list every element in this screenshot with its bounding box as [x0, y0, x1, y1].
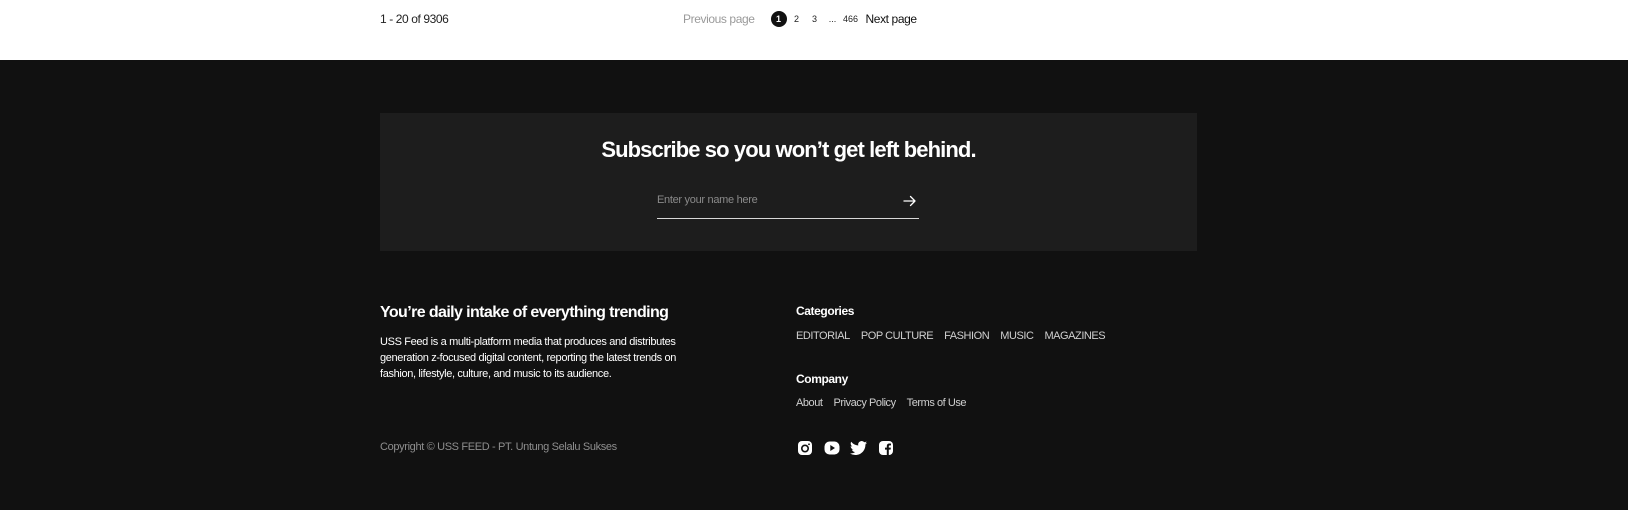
company-link-about[interactable]: About: [796, 397, 823, 409]
next-page-link[interactable]: Next page: [866, 12, 918, 26]
facebook-link[interactable]: [877, 439, 895, 457]
subscribe-title: Subscribe so you won’t get left behind.: [601, 137, 976, 162]
category-link-magazines[interactable]: MAGAZINES: [1044, 330, 1105, 342]
last-page-link[interactable]: 466: [842, 14, 860, 24]
instagram-icon: [798, 441, 812, 455]
company-list: About Privacy Policy Terms of Use: [796, 397, 977, 409]
previous-page-link[interactable]: Previous page: [683, 12, 755, 26]
subscribe-panel: Subscribe so you won’t get left behind.: [380, 113, 1197, 251]
arrow-right-icon: [903, 195, 916, 207]
category-link-fashion[interactable]: FASHION: [944, 330, 990, 342]
youtube-icon: [824, 441, 840, 455]
category-link-music[interactable]: MUSIC: [1000, 330, 1034, 342]
company-link-privacy-policy[interactable]: Privacy Policy: [834, 397, 897, 409]
subscribe-submit-button[interactable]: [901, 192, 919, 210]
pagination-bar: 1 - 20 of 9306 Previous page 1 2 3 ... 4…: [0, 0, 1628, 60]
youtube-link[interactable]: [823, 439, 841, 457]
page-2-link[interactable]: 2: [788, 14, 806, 24]
page-3-link[interactable]: 3: [806, 14, 824, 24]
footer-description: USS Feed is a multi-platform media that …: [380, 336, 677, 380]
page-1-link[interactable]: 1: [770, 11, 787, 27]
pagination: Previous page 1 2 3 ... 466 Next page: [683, 11, 917, 27]
twitter-link[interactable]: [850, 439, 868, 457]
categories-heading: Categories: [796, 304, 855, 318]
pagination-ellipsis: ...: [828, 14, 837, 24]
company-heading: Company: [796, 372, 848, 386]
categories-list: EDITORIAL POP CULTURE FASHION MUSIC MAGA…: [796, 330, 1116, 342]
facebook-icon: [879, 441, 893, 455]
footer-tagline: You’re daily intake of everything trendi…: [380, 304, 669, 321]
subscribe-name-input[interactable]: [657, 188, 887, 212]
category-link-editorial[interactable]: EDITORIAL: [796, 330, 850, 342]
social-links: [796, 439, 904, 457]
copyright-text: Copyright © USS FEED - PT. Untung Selalu…: [380, 441, 617, 453]
twitter-icon: [850, 441, 867, 456]
instagram-link[interactable]: [796, 439, 814, 457]
company-link-terms-of-use[interactable]: Terms of Use: [907, 397, 967, 409]
subscribe-field: [657, 188, 919, 219]
result-count: 1 - 20 of 9306: [380, 12, 449, 26]
category-link-pop-culture[interactable]: POP CULTURE: [861, 330, 934, 342]
